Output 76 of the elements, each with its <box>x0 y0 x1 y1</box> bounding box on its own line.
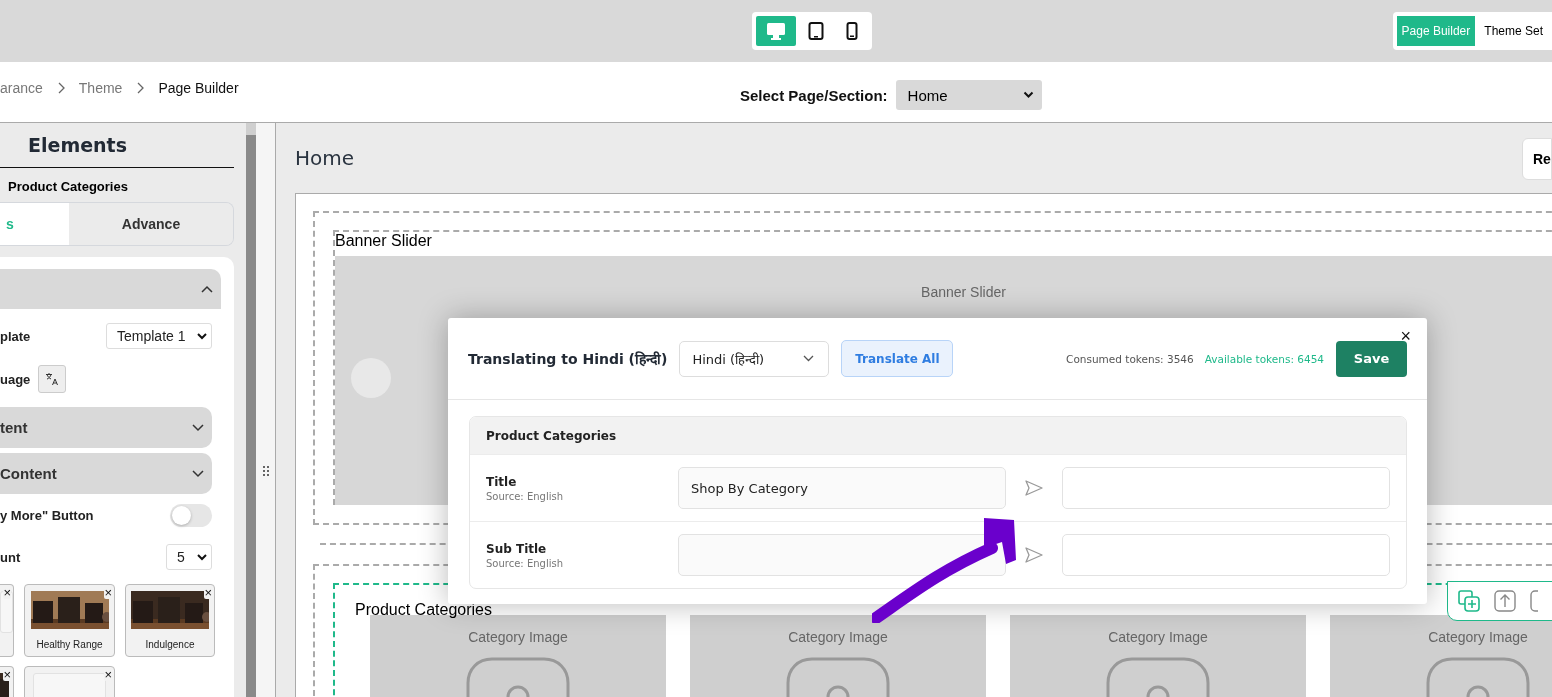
translate-icon <box>45 372 60 386</box>
translation-field[interactable] <box>1062 534 1390 576</box>
placeholder-text: Banner Slider <box>921 284 1006 300</box>
breadcrumb-link[interactable]: arance <box>0 80 43 96</box>
category-thumbnail[interactable]: × <box>0 584 14 657</box>
placeholder-text: Category Image <box>1428 629 1528 645</box>
category-thumbnail[interactable]: Healthy Range × <box>24 584 115 657</box>
section-label: Product Categories <box>355 600 492 620</box>
field-label: plate <box>0 328 31 344</box>
token-count: Available tokens: 6454 <box>1204 352 1324 365</box>
image-icon <box>466 657 570 697</box>
field-label: Sub Title <box>486 541 548 556</box>
toggle-switch[interactable] <box>170 503 212 527</box>
thumbnail-caption: Indulgence <box>145 639 195 650</box>
category-thumbnail[interactable]: × <box>0 666 14 697</box>
panel-title: Elements <box>0 123 234 168</box>
placeholder-text: Category Image <box>1108 629 1208 645</box>
count-select[interactable]: 5 <box>166 544 212 570</box>
placeholder-text: Category Image <box>788 629 888 645</box>
template-select[interactable]: Template 1 <box>106 323 212 349</box>
thumbnail-caption: Healthy Range <box>36 639 103 650</box>
token-count: Consumed tokens: 3546 <box>1066 352 1194 365</box>
phone-icon <box>846 22 858 40</box>
group-header: Product Categories <box>470 417 1406 454</box>
page-select[interactable]: Home <box>895 80 1042 110</box>
save-button[interactable]: Save <box>1336 340 1407 377</box>
accordion-header[interactable]: tent <box>0 407 212 448</box>
monitor-icon <box>766 22 786 40</box>
remove-button[interactable]: × <box>3 586 11 599</box>
send-icon[interactable] <box>1024 546 1044 564</box>
category-thumbnail[interactable]: × <box>24 666 115 697</box>
source-field[interactable]: Shop By Category <box>678 467 1006 509</box>
language-select[interactable]: Hindi (हिन्दी) <box>679 340 830 377</box>
breadcrumb-link[interactable]: Page Builder <box>158 80 239 96</box>
placeholder-text: Category Image <box>468 629 568 645</box>
drag-handle-icon[interactable] <box>261 464 270 477</box>
category-thumbnail[interactable]: Indulgence × <box>125 584 215 657</box>
tablet-icon <box>808 22 824 40</box>
remove-button[interactable]: × <box>3 668 11 681</box>
caret-icon <box>1022 91 1034 99</box>
field-label: Title <box>486 474 518 489</box>
scrollbar[interactable] <box>246 123 256 697</box>
remove-button[interactable]: × <box>104 586 112 599</box>
source-field[interactable] <box>678 534 1006 576</box>
image-icon <box>1106 657 1210 697</box>
page-title: Home <box>295 146 355 170</box>
move-up-icon[interactable] <box>1494 590 1516 612</box>
accordion-header[interactable]: Content <box>0 453 212 494</box>
dialog-title: Translating to Hindi (हिन्दी) <box>468 350 668 368</box>
element-name: Product Categories <box>7 178 129 196</box>
section-label: Banner Slider <box>335 232 433 251</box>
duplicate-icon[interactable] <box>1458 590 1480 612</box>
breadcrumb-link[interactable]: Theme <box>78 80 123 96</box>
reset-button[interactable]: Re <box>1522 138 1552 180</box>
chevron-right-icon <box>56 82 65 94</box>
remove-button[interactable]: × <box>204 586 212 599</box>
caret-icon <box>197 553 207 561</box>
field-label: uage <box>0 371 31 387</box>
chevron-icon <box>192 423 204 432</box>
chevron-icon <box>201 285 213 293</box>
translation-field[interactable] <box>1062 467 1390 509</box>
translate-all-button[interactable]: Translate All <box>841 340 954 377</box>
source-note: Source: English <box>486 557 564 569</box>
field-label: y More" Button <box>0 507 94 523</box>
caret-icon <box>197 332 207 340</box>
chevron-down-icon <box>803 355 815 362</box>
image-icon <box>786 657 890 697</box>
translate-button[interactable] <box>38 365 67 393</box>
image-icon <box>1426 657 1530 697</box>
remove-button[interactable]: × <box>104 668 112 681</box>
send-icon[interactable] <box>1024 479 1044 497</box>
chevron-right-icon <box>136 82 145 94</box>
field-label: unt <box>0 549 21 565</box>
chevron-icon <box>192 469 204 478</box>
source-note: Source: English <box>486 490 564 502</box>
select-label: Select Page/Section: <box>740 86 888 104</box>
